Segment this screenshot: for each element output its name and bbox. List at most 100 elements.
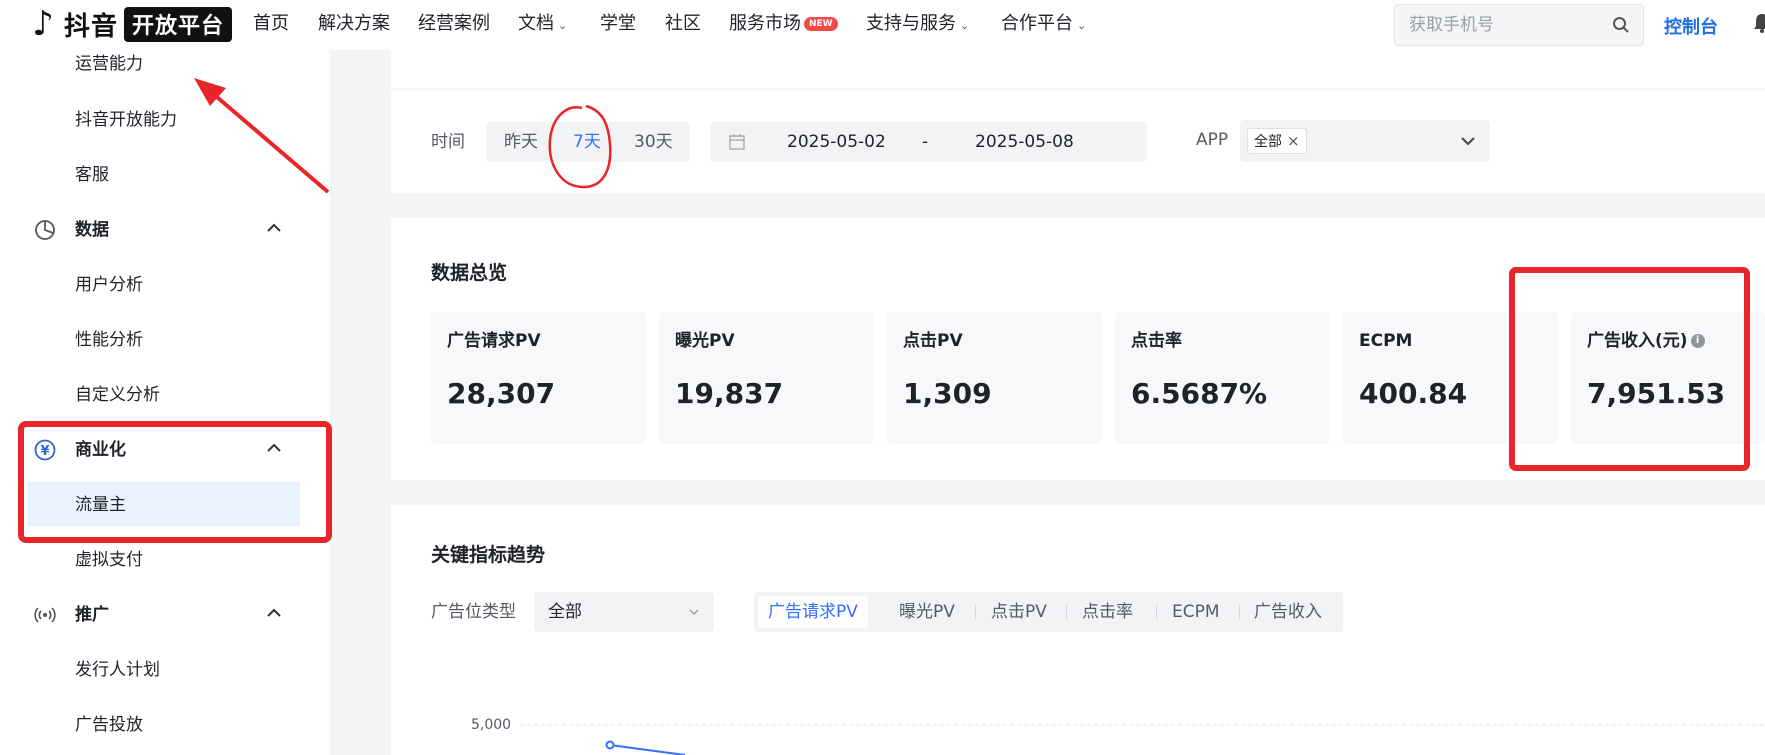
metric-label: 广告请求PV bbox=[447, 331, 541, 351]
sidebar-item-traffic-owner[interactable]: 流量主 bbox=[75, 493, 126, 517]
sidebar-group-data[interactable]: 数据 bbox=[30, 216, 290, 246]
sidebar-group-label: 商业化 bbox=[75, 440, 126, 460]
close-icon[interactable]: × bbox=[1287, 132, 1300, 150]
console-link[interactable]: 控制台 bbox=[1664, 13, 1718, 39]
tab-ad-request-pv[interactable]: 广告请求PV bbox=[758, 596, 868, 628]
metric-tabs: 广告请求PV 曝光PV 点击PV 点击率 ECPM 广告收入 bbox=[754, 592, 1343, 632]
broadcast-icon bbox=[34, 607, 56, 623]
chevron-up-icon bbox=[267, 608, 281, 617]
trend-chart bbox=[520, 724, 1765, 755]
nav-label: 支持与服务 bbox=[866, 13, 956, 34]
date-start[interactable]: 2025-05-02 bbox=[787, 130, 886, 154]
pie-chart-icon bbox=[35, 220, 55, 240]
metric-card-ad-revenue: 广告收入(元) i 7,951.53 bbox=[1571, 312, 1765, 444]
nav-solutions[interactable]: 解决方案 bbox=[318, 12, 390, 36]
app-label: APP bbox=[1196, 130, 1229, 150]
tab-divider bbox=[975, 604, 976, 620]
sidebar-group-promotion[interactable]: 推广 bbox=[30, 601, 290, 631]
chevron-down-icon: ⌄ bbox=[1077, 19, 1087, 32]
tab-ecpm[interactable]: ECPM bbox=[1172, 596, 1220, 628]
sidebar-item-publisher-plan[interactable]: 发行人计划 bbox=[75, 658, 160, 682]
nav-label: 社区 bbox=[665, 13, 701, 34]
sidebar-item-customer-service[interactable]: 客服 bbox=[75, 163, 109, 187]
metric-value: 7,951.53 bbox=[1587, 377, 1726, 410]
tab-ctr[interactable]: 点击率 bbox=[1082, 596, 1133, 628]
time-segmented-control: 昨天 7天 30天 bbox=[486, 122, 690, 162]
sidebar-item-virtual-payment[interactable]: 虚拟支付 bbox=[75, 548, 143, 572]
sidebar-item-douyin-open-ability[interactable]: 抖音开放能力 bbox=[75, 108, 177, 132]
metric-value: 19,837 bbox=[675, 377, 784, 410]
chevron-down-icon: ⌄ bbox=[960, 19, 970, 32]
metric-value: 6.5687% bbox=[1131, 377, 1268, 410]
nav-home[interactable]: 首页 bbox=[253, 12, 289, 36]
metric-value: 1,309 bbox=[903, 377, 992, 410]
metric-label: ECPM bbox=[1359, 331, 1413, 351]
top-card-strip bbox=[391, 50, 1765, 88]
nav-label: 首页 bbox=[253, 13, 289, 34]
metric-label: 点击率 bbox=[1131, 331, 1182, 351]
date-range-picker[interactable]: 2025-05-02 - 2025-05-08 bbox=[710, 122, 1147, 162]
sidebar-group-monetization[interactable]: ¥ 商业化 bbox=[30, 436, 290, 466]
chart-point[interactable] bbox=[605, 740, 615, 750]
metric-card-ad-request-pv: 广告请求PV 28,307 bbox=[431, 312, 646, 444]
nav-academy[interactable]: 学堂 bbox=[600, 12, 636, 36]
time-option-7days[interactable]: 7天 bbox=[573, 130, 601, 154]
trend-title: 关键指标趋势 bbox=[431, 544, 546, 566]
tab-click-pv[interactable]: 点击PV bbox=[991, 596, 1047, 628]
chevron-down-icon bbox=[1461, 137, 1475, 146]
metric-card-exposure-pv: 曝光PV 19,837 bbox=[659, 312, 874, 444]
tab-ad-revenue[interactable]: 广告收入 bbox=[1254, 596, 1322, 628]
metric-label: 广告收入(元) i bbox=[1587, 329, 1705, 353]
sidebar-group-label: 推广 bbox=[75, 605, 109, 625]
new-badge: NEW bbox=[804, 17, 838, 31]
nav-docs[interactable]: 文档 ⌄ bbox=[518, 12, 567, 38]
sidebar-item-operations[interactable]: 运营能力 bbox=[75, 52, 143, 76]
metric-card-ecpm: ECPM 400.84 bbox=[1343, 312, 1558, 444]
time-option-30days[interactable]: 30天 bbox=[634, 130, 673, 154]
date-end[interactable]: 2025-05-08 bbox=[975, 130, 1074, 154]
svg-text:¥: ¥ bbox=[40, 444, 49, 459]
search-input[interactable] bbox=[1409, 15, 1599, 35]
y-axis-tick: 5,000 bbox=[471, 717, 512, 733]
time-option-yesterday[interactable]: 昨天 bbox=[504, 130, 538, 154]
metric-label: 曝光PV bbox=[675, 331, 735, 351]
logo-brand-name: 抖音 bbox=[64, 11, 119, 42]
nav-community[interactable]: 社区 bbox=[665, 12, 701, 36]
metric-value: 400.84 bbox=[1359, 377, 1468, 410]
search-box bbox=[1394, 4, 1644, 46]
nav-cases[interactable]: 经营案例 bbox=[418, 12, 490, 36]
overview-title: 数据总览 bbox=[431, 262, 508, 284]
sidebar-item-user-analysis[interactable]: 用户分析 bbox=[75, 273, 143, 297]
logo-badge: 开放平台 bbox=[124, 6, 233, 42]
nav-label: 学堂 bbox=[600, 13, 636, 34]
chevron-down-icon bbox=[689, 609, 699, 615]
calendar-icon bbox=[729, 134, 745, 150]
app-tag-label: 全部 bbox=[1254, 134, 1282, 150]
nav-label: 服务市场 bbox=[729, 13, 801, 34]
ad-type-select[interactable]: 全部 bbox=[534, 592, 714, 632]
sidebar-group-label: 数据 bbox=[75, 220, 109, 240]
sidebar-item-custom-analysis[interactable]: 自定义分析 bbox=[75, 383, 160, 407]
nav-label: 文档 bbox=[518, 13, 554, 34]
douyin-open-platform-logo[interactable]: ♪ 抖音 开放平台 bbox=[28, 6, 233, 42]
ad-type-label: 广告位类型 bbox=[431, 602, 516, 622]
nav-service-market[interactable]: 服务市场 NEW bbox=[729, 12, 838, 36]
search-icon[interactable] bbox=[1611, 15, 1631, 35]
nav-label: 解决方案 bbox=[318, 13, 390, 34]
sidebar-item-performance-analysis[interactable]: 性能分析 bbox=[75, 328, 143, 352]
yuan-circle-icon: ¥ bbox=[34, 439, 56, 461]
metric-label: 点击PV bbox=[903, 331, 963, 351]
metric-card-ctr: 点击率 6.5687% bbox=[1115, 312, 1330, 444]
app-select[interactable]: 全部 × bbox=[1240, 120, 1490, 162]
metric-label-text: 广告收入(元) bbox=[1587, 331, 1688, 351]
nav-partners[interactable]: 合作平台 ⌄ bbox=[1001, 12, 1086, 38]
chevron-up-icon bbox=[267, 443, 281, 452]
metric-card-click-pv: 点击PV 1,309 bbox=[887, 312, 1102, 444]
info-icon[interactable]: i bbox=[1690, 334, 1705, 348]
metric-value: 28,307 bbox=[447, 377, 556, 410]
sidebar-item-ad-placement[interactable]: 广告投放 bbox=[75, 713, 143, 737]
bell-icon[interactable] bbox=[1752, 12, 1765, 34]
tab-divider bbox=[1066, 604, 1067, 620]
nav-support[interactable]: 支持与服务 ⌄ bbox=[866, 12, 969, 38]
tab-exposure-pv[interactable]: 曝光PV bbox=[899, 596, 955, 628]
